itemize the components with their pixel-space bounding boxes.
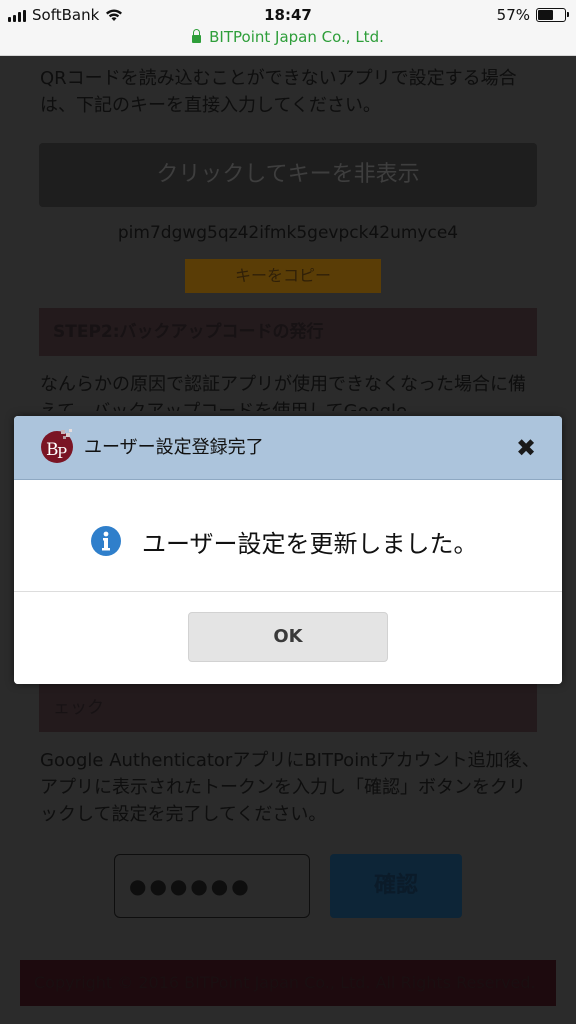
token-input[interactable]: ●●●●●●: [114, 854, 310, 918]
bitpoint-logo-icon: B P: [41, 429, 73, 463]
update-complete-dialog: B P ユーザー設定登録完了 ✖ ユーザー設定を更新しました。 OK: [14, 416, 562, 684]
status-bar: SoftBank 18:47 57% BITPoint Japan Co., L…: [0, 0, 576, 56]
clock: 18:47: [264, 6, 312, 24]
dialog-title: ユーザー設定登録完了: [84, 437, 264, 458]
dialog-footer: OK: [14, 592, 562, 684]
close-icon[interactable]: ✖: [514, 436, 538, 460]
confirm-button[interactable]: 確認: [330, 854, 462, 918]
url-text: BITPoint Japan Co., Ltd.: [209, 28, 384, 46]
battery-percent: 57%: [496, 6, 530, 24]
dialog-message: ユーザー設定を更新しました。: [142, 530, 478, 558]
svg-text:P: P: [57, 444, 67, 462]
address-bar[interactable]: BITPoint Japan Co., Ltd.: [0, 28, 576, 46]
step3-text: Google AuthenticatorアプリにBITPointアカウント追加後…: [40, 750, 540, 825]
hide-key-button[interactable]: クリックしてキーを非表示: [39, 143, 537, 207]
info-icon: [91, 526, 121, 556]
ok-button[interactable]: OK: [188, 612, 388, 662]
step2-text: なんらかの原因で認証アプリが使用できなくなった場合に備えて、バックアップコードを…: [40, 374, 526, 411]
battery-icon: [536, 8, 569, 22]
lock-icon: [192, 29, 202, 43]
battery-area: 57%: [496, 6, 569, 24]
dialog-header: B P ユーザー設定登録完了 ✖: [14, 416, 562, 480]
footer: Copyright © 2016 BITPoint Japan Co., Ltd…: [20, 960, 556, 1006]
secret-key: pim7dgwg5qz42ifmk5gevpck42umyce4: [117, 223, 459, 243]
dialog-body: ユーザー設定を更新しました。: [14, 480, 562, 592]
intro-text: QRコードを読み込むことができないアプリで設定する場合は、下記のキーを直接入力し…: [40, 68, 517, 116]
step2-header: STEP2:バックアップコードの発行: [39, 308, 537, 356]
copy-key-button[interactable]: キーをコピー: [185, 259, 381, 293]
step3-header: ェック: [39, 684, 537, 732]
